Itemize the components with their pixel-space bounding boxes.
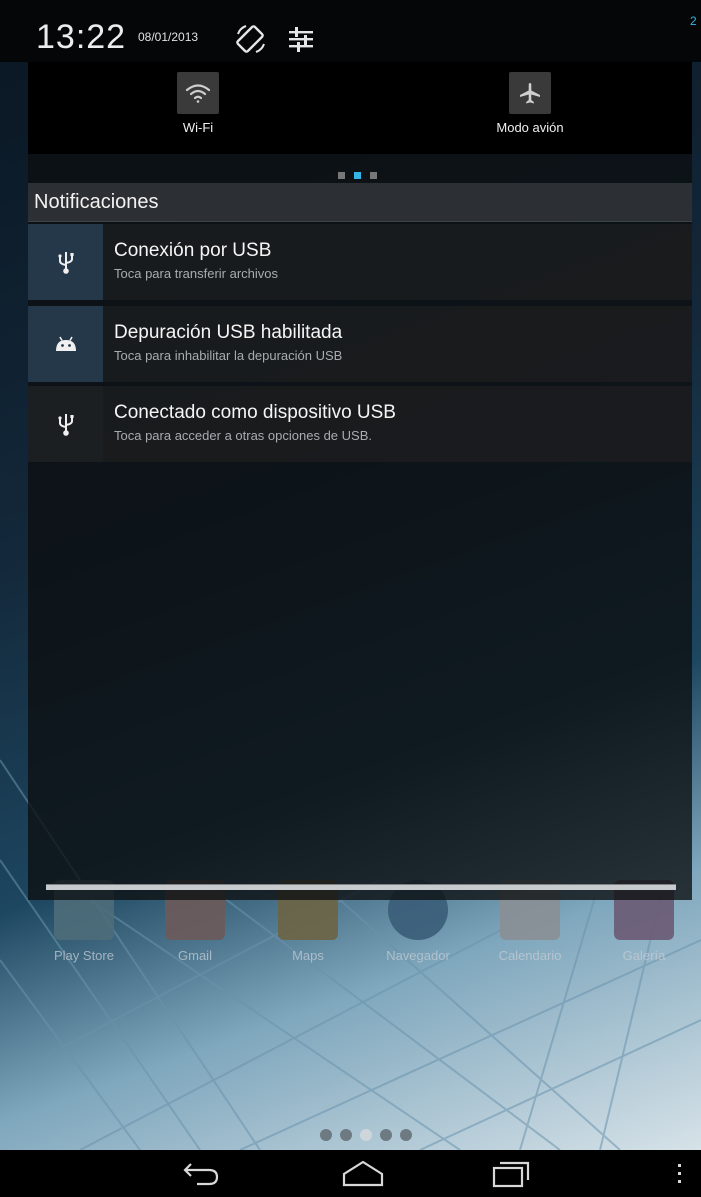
navigation-bar bbox=[0, 1150, 701, 1197]
dock-label: Play Store bbox=[54, 948, 114, 963]
page-dot bbox=[320, 1129, 332, 1141]
notifications-title: Notificaciones bbox=[34, 191, 159, 213]
usb-icon bbox=[28, 224, 103, 300]
date: 08/01/2013 bbox=[138, 30, 199, 44]
wifi-icon bbox=[177, 72, 219, 114]
dock-label: Gmail bbox=[178, 948, 212, 963]
auto-rotate-icon[interactable] bbox=[234, 22, 268, 56]
home-icon[interactable] bbox=[338, 1158, 388, 1190]
notification-subtitle: Toca para acceder a otras opciones de US… bbox=[114, 428, 372, 443]
quick-tile-wifi[interactable]: Wi-Fi bbox=[128, 72, 268, 135]
back-icon[interactable] bbox=[175, 1158, 225, 1190]
home-page-indicator bbox=[320, 1128, 420, 1142]
notification-usb-connection[interactable]: Conexión por USB Toca para transferir ar… bbox=[28, 224, 692, 300]
page-dot bbox=[340, 1129, 352, 1141]
notifications-header: Notificaciones bbox=[28, 183, 692, 222]
airplane-icon bbox=[509, 72, 551, 114]
quick-settings-panel: Wi-Fi Modo avión bbox=[28, 62, 692, 154]
dock-label: Calendario bbox=[498, 948, 562, 963]
notification-subtitle: Toca para inhabilitar la depuración USB bbox=[114, 348, 343, 363]
quick-tile-label: Modo avión bbox=[496, 120, 564, 135]
menu-icon[interactable] bbox=[664, 1158, 694, 1190]
usb-icon bbox=[28, 386, 103, 462]
notification-subtitle: Toca para transferir archivos bbox=[114, 266, 279, 281]
dock-label: Navegador bbox=[386, 948, 450, 963]
quick-tile-airplane-mode[interactable]: Modo avión bbox=[460, 72, 600, 135]
quick-settings-icon[interactable] bbox=[286, 24, 316, 54]
dock-label: Maps bbox=[292, 948, 324, 963]
shade-drag-handle[interactable] bbox=[46, 884, 676, 890]
page-dot-active bbox=[360, 1129, 372, 1141]
android-debug-icon bbox=[28, 306, 103, 382]
notification-title: Conectado como dispositivo USB bbox=[114, 402, 396, 423]
notification-title: Conexión por USB bbox=[114, 240, 272, 261]
clock: 13:22 bbox=[36, 18, 127, 56]
notification-usb-device[interactable]: Conectado como dispositivo USB Toca para… bbox=[28, 386, 692, 462]
status-bar: 13:22 08/01/2013 2 bbox=[0, 0, 701, 62]
dock-label: Galería bbox=[622, 948, 666, 963]
page-dot bbox=[380, 1129, 392, 1141]
notification-usb-debugging[interactable]: Depuración USB habilitada Toca para inha… bbox=[28, 306, 692, 382]
status-edge-text: 2 bbox=[690, 14, 697, 28]
notification-title: Depuración USB habilitada bbox=[114, 322, 343, 343]
page-dot-active bbox=[354, 172, 361, 179]
page-dot bbox=[370, 172, 377, 179]
quick-tile-label: Wi-Fi bbox=[182, 120, 214, 135]
quick-settings-page-indicator bbox=[338, 166, 386, 184]
page-dot bbox=[338, 172, 345, 179]
recents-icon[interactable] bbox=[486, 1158, 536, 1190]
page-dot bbox=[400, 1129, 412, 1141]
